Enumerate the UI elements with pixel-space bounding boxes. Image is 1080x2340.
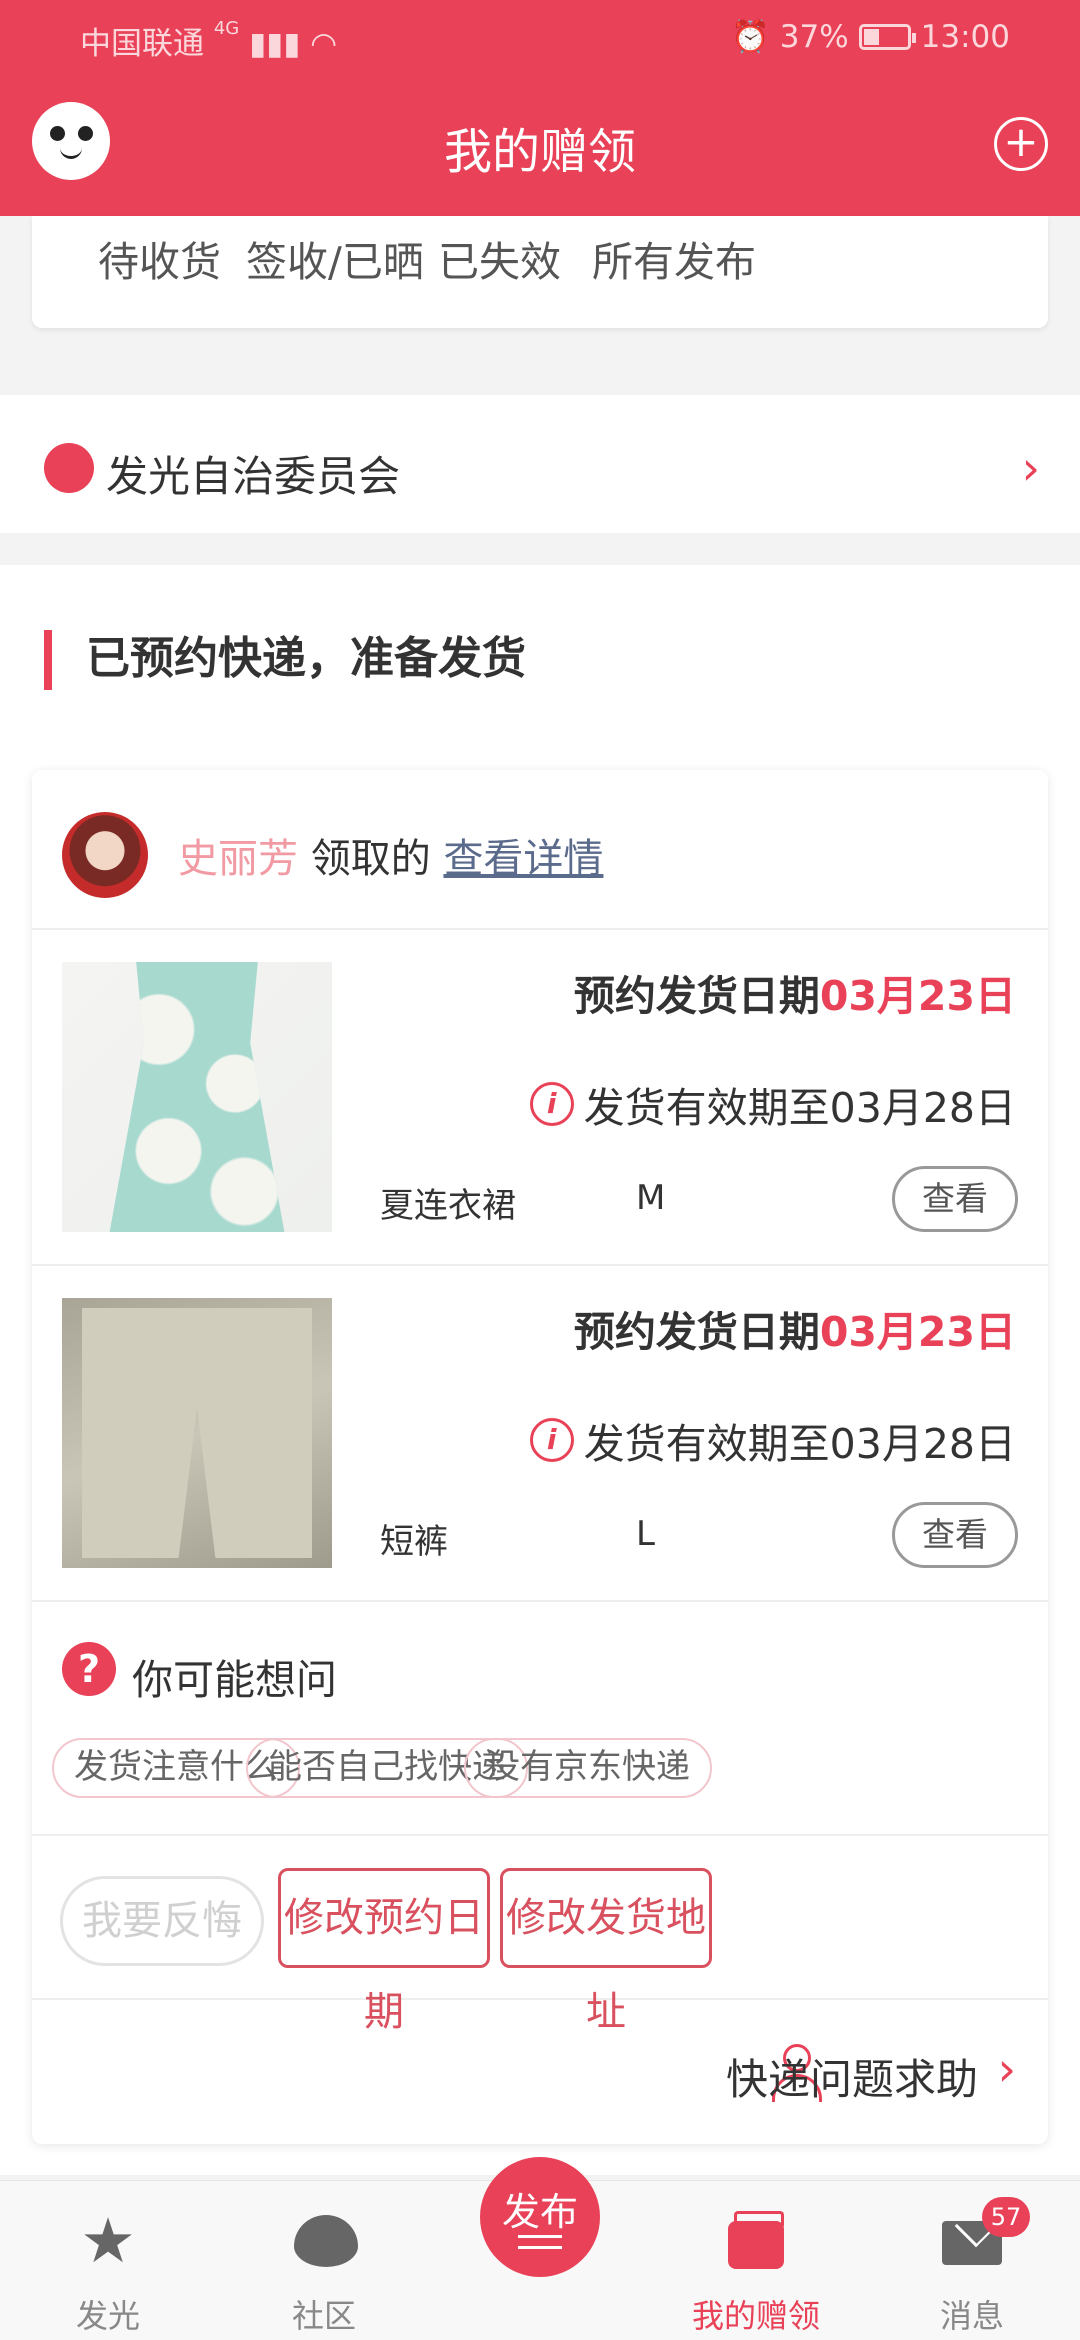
page-title: 我的赠领 [443,124,636,180]
alarm-icon: ⏰ [731,19,770,55]
committee-label: 发光自治委员会 [106,452,401,501]
order-card: 史丽芳 领取的 查看详情 预约发货日期03月23日 i 发货有效期至03月28日… [32,770,1048,2144]
recipient-suffix: 领取的 [310,836,431,882]
item-name: 夏连衣裙 [380,1186,516,1226]
regret-button[interactable]: 我要反悔 [60,1876,264,1966]
nav-item-messages[interactable]: 57 消息 [864,2181,1080,2340]
change-date-button[interactable]: 修改预约日期 [278,1868,490,2035]
star-icon: ★ [80,2204,136,2277]
nav-label: 消息 [939,2297,1004,2335]
recipient-row: 史丽芳 领取的 查看详情 [32,770,1048,930]
wallet-icon [726,2211,786,2271]
courier-help-row[interactable]: 快递问题求助 › [32,2000,1048,2144]
change-address-button[interactable]: 修改发货地址 [500,1868,712,2035]
valid-until: i 发货有效期至03月28日 [529,1074,1016,1134]
item-name: 短裤 [380,1522,448,1562]
tab-signed[interactable]: 签收/已晒 [246,228,424,288]
app-bar: 我的赠领 + [0,72,1080,216]
carrier-name: 中国联通 4G ▮▮▮ ◠ [80,18,338,62]
info-icon: i [529,1418,574,1462]
clock: 13:00 [920,18,1010,55]
question-icon: ? [62,1642,116,1696]
action-row: 我要反悔 修改预约日期 修改发货地址 [32,1836,1048,2035]
section-title: 已预约快递，准备发货 [44,630,526,690]
message-badge: 57 [982,2197,1030,2237]
nav-item-faguang[interactable]: ★ 发光 [0,2181,216,2340]
item-size: M [636,1178,666,1218]
nav-label: 社区 [291,2297,356,2335]
order-item: 预约发货日期03月23日 i 发货有效期至03月28日 夏连衣裙 M 查看 [32,930,1048,1266]
status-right: ⏰ 37% 13:00 [731,18,1010,56]
chevron-right-icon: › [1021,441,1040,495]
item-photo-shorts[interactable] [62,1298,332,1568]
nav-item-my-gifts[interactable]: 我的赠领 [648,2181,864,2340]
committee-row[interactable]: 发光自治委员会 › [0,395,1080,533]
publish-label: 发布 [501,2190,578,2234]
nav-item-community[interactable]: 社区 [216,2181,432,2340]
committee-icon [44,443,94,493]
publish-button[interactable]: 发布 [480,2157,600,2277]
menu-icon [518,2235,562,2249]
battery-percent: 37% [779,18,849,55]
view-details-link[interactable]: 查看详情 [443,836,603,882]
faq-section: ? 你可能想问 发货注意什么 能否自己找快递 没有京东快递 [32,1602,1048,1836]
ship-date: 预约发货日期03月23日 [573,972,1016,1020]
valid-until: i 发货有效期至03月28日 [529,1410,1016,1470]
battery-icon [858,23,916,50]
chevron-right-icon: › [997,2042,1016,2096]
view-item-button[interactable]: 查看 [892,1502,1018,1568]
chat-bubble-icon [294,2211,358,2271]
courier-help-label: 快递问题求助 [725,2055,978,2104]
tab-expired[interactable]: 已失效 [438,228,561,288]
recipient-name[interactable]: 史丽芳 [178,836,298,882]
recipient-text: 史丽芳 领取的 查看详情 [178,826,603,884]
faq-chip[interactable]: 没有京东快递 [464,1738,712,1798]
item-size: L [636,1514,655,1554]
info-icon: i [529,1082,574,1126]
tab-pending[interactable]: 待收货 [98,228,221,288]
bottom-nav: ★ 发光 社区 发布 我的赠领 57 消息 [0,2157,1080,2340]
view-item-button[interactable]: 查看 [892,1166,1018,1232]
status-bar: 中国联通 4G ▮▮▮ ◠ ⏰ 37% 13:00 [0,0,1080,72]
item-photo-dress[interactable] [62,962,332,1232]
order-item: 预约发货日期03月23日 i 发货有效期至03月28日 短裤 L 查看 [32,1266,1048,1602]
nav-item-publish[interactable]: 发布 [432,2157,648,2340]
nav-label: 我的赠领 [691,2297,820,2335]
ship-date: 预约发货日期03月23日 [573,1308,1016,1356]
status-tabs: 待收货 签收/已晒 已失效 所有发布 [32,216,1048,328]
nav-label: 发光 [75,2297,140,2335]
recipient-avatar[interactable] [62,812,148,898]
add-button[interactable]: + [994,117,1048,171]
tab-all-posts[interactable]: 所有发布 [592,228,756,288]
faq-title: 你可能想问 [132,1656,337,1704]
